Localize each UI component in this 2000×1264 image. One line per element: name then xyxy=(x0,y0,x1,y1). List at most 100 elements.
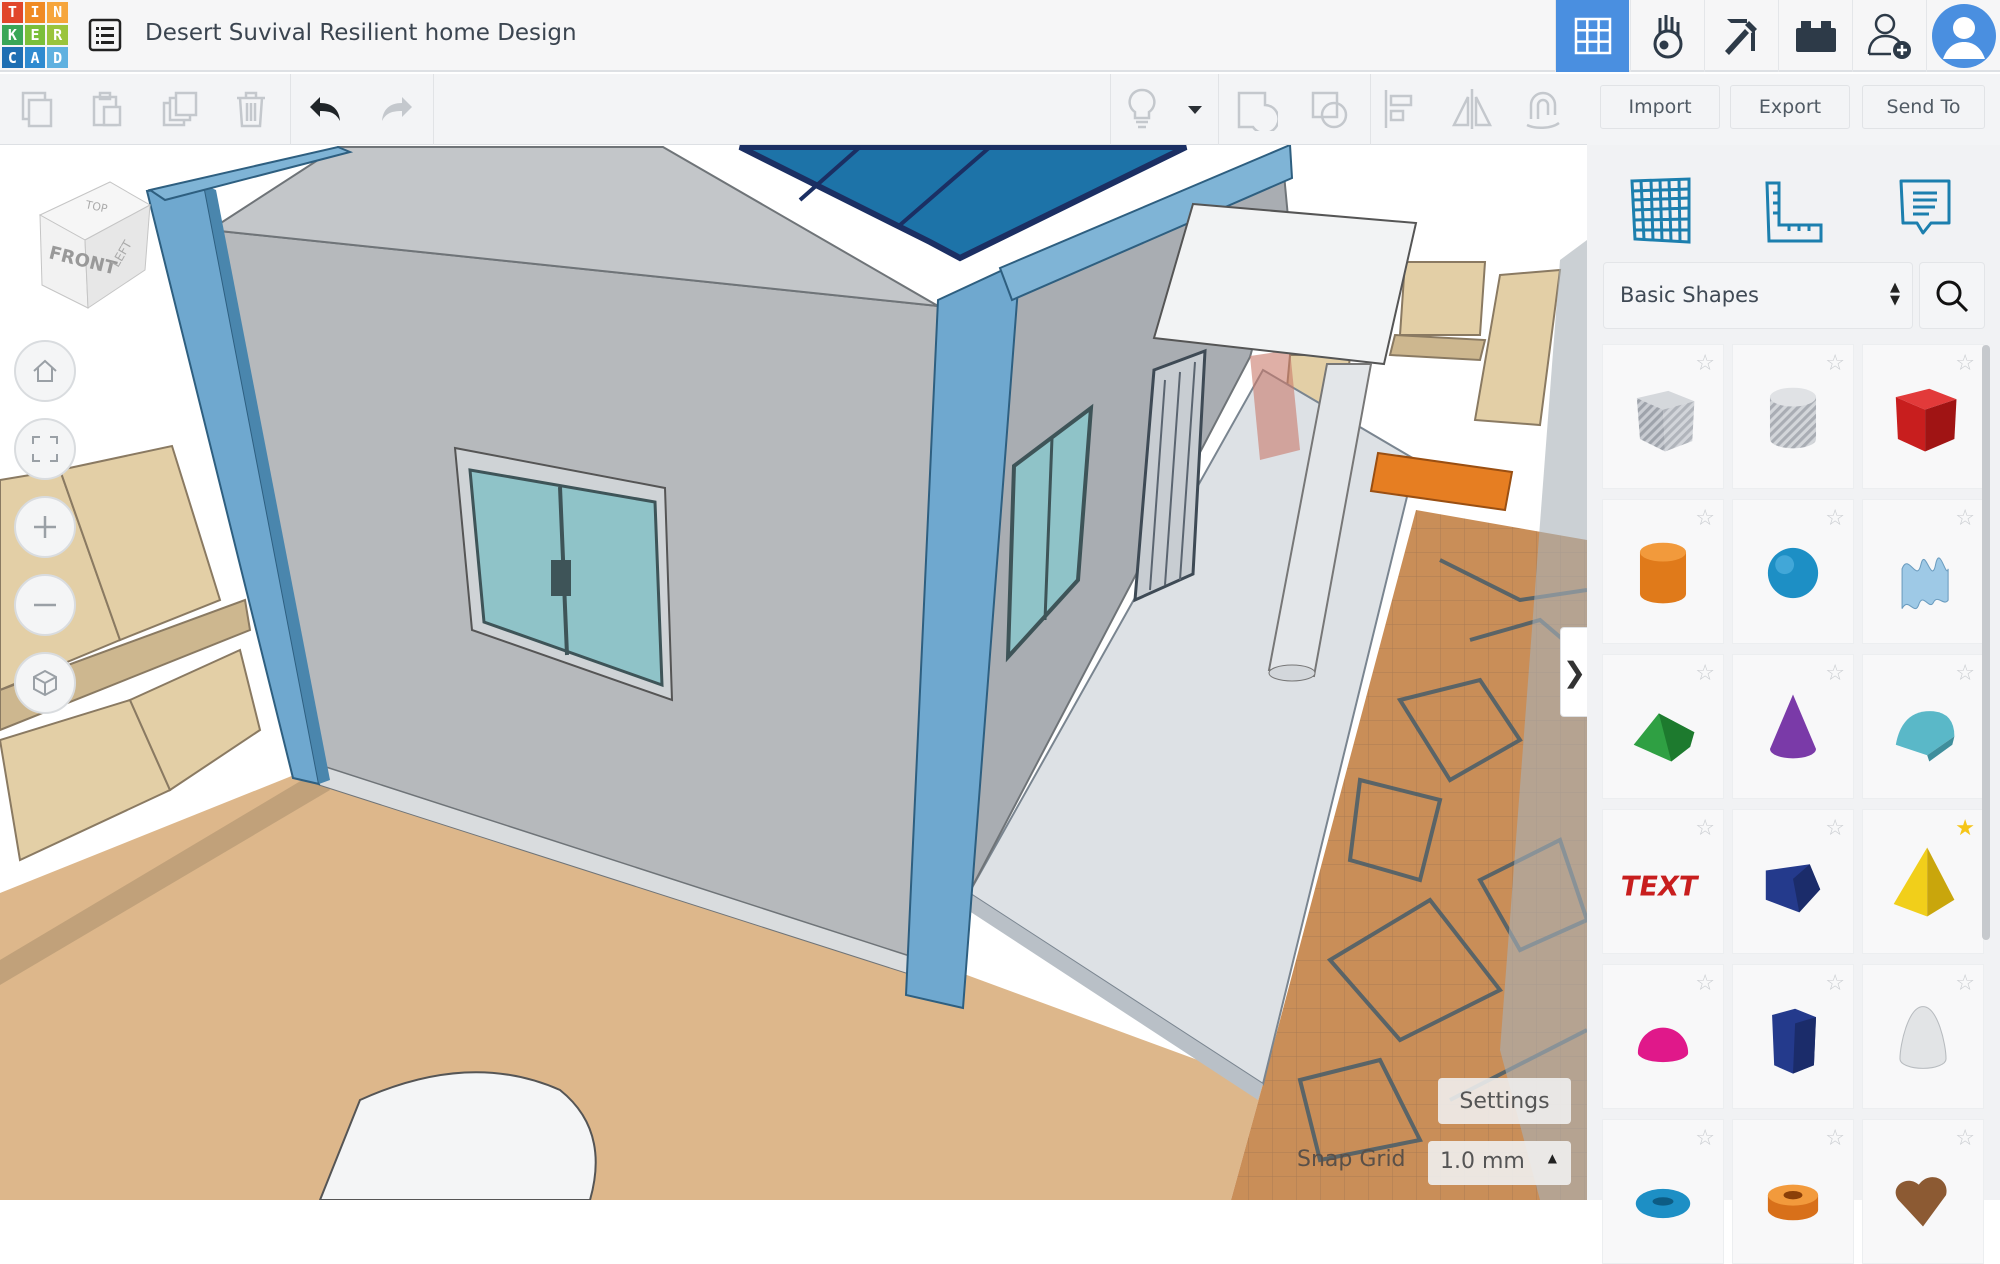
logo-letter: R xyxy=(47,24,68,46)
duplicate-button[interactable] xyxy=(155,86,205,132)
shape-category-select[interactable]: Basic Shapes ▲ ▼ xyxy=(1603,262,1913,329)
light-dropdown-button[interactable] xyxy=(1170,86,1220,132)
3d-design-grid-button[interactable] xyxy=(1555,0,1629,72)
logo-letter: D xyxy=(47,47,68,68)
3d-scene[interactable]: TOP FRONT LEFT xyxy=(0,145,1587,1200)
favorite-star-icon[interactable]: ☆ xyxy=(1695,1126,1715,1151)
shape-item[interactable]: ☆ xyxy=(1862,964,1984,1109)
shape-item[interactable]: ☆ xyxy=(1862,344,1984,489)
3d-design-grid-icon xyxy=(1574,17,1611,55)
panel-scrollbar[interactable] xyxy=(1982,345,1990,940)
shape-item[interactable]: ☆ xyxy=(1602,344,1724,489)
shape-item[interactable]: ☆ xyxy=(1732,964,1854,1109)
favorite-star-icon[interactable]: ☆ xyxy=(1695,816,1715,841)
favorite-star-icon[interactable]: ☆ xyxy=(1955,506,1975,531)
logo-letter: C xyxy=(2,47,23,68)
favorite-star-icon[interactable]: ☆ xyxy=(1825,816,1845,841)
shape-item[interactable]: ☆ xyxy=(1732,499,1854,644)
logo-letter: A xyxy=(24,47,46,68)
copy-button[interactable] xyxy=(11,86,61,132)
zoom-out-button[interactable] xyxy=(14,574,76,636)
tube-icon xyxy=(1767,1184,1819,1220)
user-avatar[interactable] xyxy=(1926,0,2000,72)
logo-letter: T xyxy=(2,2,23,23)
favorite-star-icon[interactable]: ☆ xyxy=(1825,1126,1845,1151)
undo-button[interactable] xyxy=(301,86,351,132)
mirror-button[interactable] xyxy=(1447,86,1497,132)
view-cube[interactable]: TOP FRONT LEFT xyxy=(38,181,152,309)
minecraft-button[interactable] xyxy=(1704,0,1778,72)
tinkercad-logo[interactable]: T I N K E R C A D xyxy=(2,2,68,68)
shape-item[interactable]: ☆ xyxy=(1602,499,1724,644)
shape-item[interactable]: ☆ xyxy=(1602,1119,1724,1264)
favorite-star-icon[interactable]: ☆ xyxy=(1695,971,1715,996)
favorite-star-icon[interactable]: ☆ xyxy=(1825,971,1845,996)
3d-workplane-viewport[interactable]: TOP FRONT LEFT Settings Snap Grid 1.0 mm… xyxy=(0,145,1587,1200)
search-button[interactable] xyxy=(1919,262,1985,329)
edit-toolbar xyxy=(0,74,1587,145)
heart-icon xyxy=(1895,1176,1947,1227)
mirror-icon xyxy=(1451,89,1493,129)
light-bulb-button[interactable] xyxy=(1117,86,1167,132)
shape-item[interactable]: ☆ xyxy=(1862,654,1984,799)
light-bulb-icon xyxy=(1128,88,1156,129)
fit-view-button[interactable] xyxy=(14,418,76,480)
wedge-icon xyxy=(1765,863,1821,912)
plus-icon xyxy=(34,516,56,538)
favorite-star-icon[interactable]: ☆ xyxy=(1695,351,1715,376)
favorite-star-icon[interactable]: ☆ xyxy=(1825,351,1845,376)
snap-grid-select[interactable]: 1.0 mm ▲ xyxy=(1428,1141,1571,1185)
torus-icon xyxy=(1635,1188,1691,1218)
roof-icon xyxy=(1633,712,1695,762)
collapse-panel-button[interactable]: ❯ xyxy=(1560,627,1588,717)
delete-icon xyxy=(237,91,265,128)
design-list-icon[interactable] xyxy=(88,18,122,52)
favorite-star-icon[interactable]: ☆ xyxy=(1695,506,1715,531)
ruler-icon xyxy=(1765,181,1823,243)
zoom-in-button[interactable] xyxy=(14,496,76,558)
shape-item[interactable]: ☆ xyxy=(1732,654,1854,799)
shape-item[interactable]: ★ xyxy=(1862,809,1984,954)
shape-item[interactable]: ☆ xyxy=(1862,499,1984,644)
cylinder-hole-icon xyxy=(1769,387,1817,448)
workplane-button[interactable] xyxy=(1617,167,1697,247)
ruler-button[interactable] xyxy=(1757,167,1837,247)
codeblocks-button[interactable] xyxy=(1630,0,1704,72)
align-button[interactable] xyxy=(1375,86,1425,132)
shape-item[interactable]: ☆ xyxy=(1732,1119,1854,1264)
favorite-star-icon[interactable]: ☆ xyxy=(1955,971,1975,996)
redo-button[interactable] xyxy=(371,86,421,132)
invite-user-icon xyxy=(1867,13,1911,59)
shape-item[interactable]: ☆ xyxy=(1732,344,1854,489)
shape-item[interactable]: ☆ xyxy=(1602,654,1724,799)
home-view-button[interactable] xyxy=(14,340,76,402)
group-button[interactable] xyxy=(1231,86,1281,132)
delete-button[interactable] xyxy=(226,86,276,132)
cruise-button[interactable] xyxy=(1518,86,1568,132)
perspective-button[interactable] xyxy=(14,652,76,714)
favorite-star-icon[interactable]: ☆ xyxy=(1825,661,1845,686)
favorite-star-icon[interactable]: ☆ xyxy=(1825,506,1845,531)
shape-category-value: Basic Shapes xyxy=(1620,283,1759,307)
design-title[interactable]: Desert Suvival Resilient home Design xyxy=(145,20,577,46)
shape-item[interactable]: ☆ xyxy=(1602,964,1724,1109)
favorite-star-icon[interactable]: ☆ xyxy=(1695,661,1715,686)
favorite-star-icon[interactable]: ☆ xyxy=(1955,1126,1975,1151)
favorite-star-icon[interactable]: ☆ xyxy=(1955,351,1975,376)
notes-button[interactable] xyxy=(1887,167,1967,247)
ungroup-button[interactable] xyxy=(1305,86,1355,132)
favorite-star-icon[interactable]: ☆ xyxy=(1955,661,1975,686)
send-to-button[interactable]: Send To xyxy=(1862,85,1985,129)
import-button[interactable]: Import xyxy=(1600,85,1720,129)
export-button[interactable]: Export xyxy=(1730,85,1850,129)
notes-icon xyxy=(1899,179,1951,235)
shape-item[interactable]: ☆ xyxy=(1862,1119,1984,1264)
copy-icon xyxy=(21,91,53,128)
favorite-star-icon[interactable]: ★ xyxy=(1955,816,1975,841)
bricks-button[interactable] xyxy=(1778,0,1852,72)
settings-button[interactable]: Settings xyxy=(1438,1078,1571,1124)
paste-button[interactable] xyxy=(81,86,131,132)
invite-user-button[interactable] xyxy=(1852,0,1926,72)
shape-item[interactable]: TEXT ☆ xyxy=(1602,809,1724,954)
shape-item[interactable]: ☆ xyxy=(1732,809,1854,954)
